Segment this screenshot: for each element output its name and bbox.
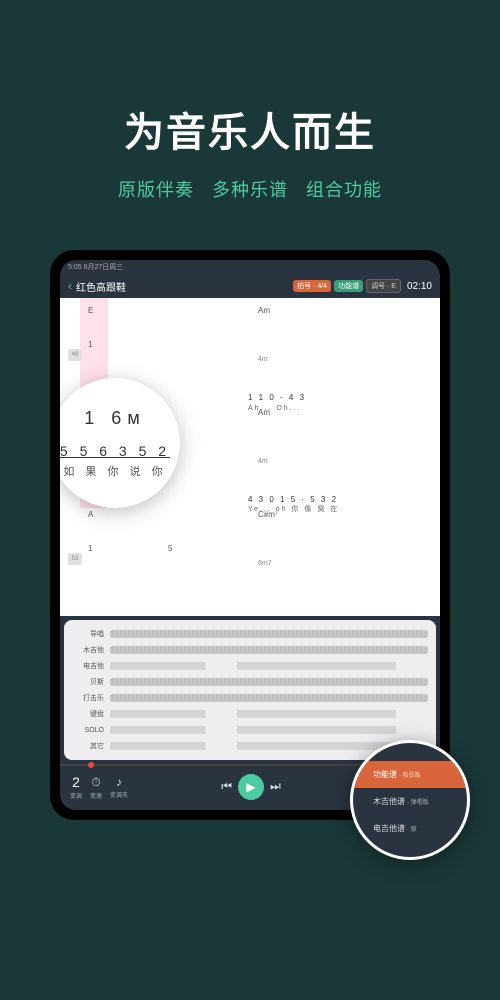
time-counter: 02:10 <box>407 281 432 292</box>
waveform <box>110 726 428 734</box>
track-row[interactable]: 木吉他 <box>72 642 428 658</box>
play-button[interactable]: ▶ <box>238 774 264 800</box>
speed-icon: ⏱ <box>91 775 100 790</box>
bar-number: 53 <box>68 553 82 565</box>
pill-key[interactable]: 调号 · E <box>366 279 401 293</box>
menu-item-electric-guitar[interactable]: 电吉他谱· 原 <box>353 815 467 842</box>
prev-icon[interactable]: ⏮ <box>221 779 232 794</box>
speed-button[interactable]: ⏱ 变速 <box>90 775 102 800</box>
waveform <box>110 630 428 638</box>
tune-icon: ♪ <box>116 775 122 789</box>
transpose-button[interactable]: 2 变调 <box>70 774 82 800</box>
waveform <box>110 694 428 702</box>
pill-score-type[interactable]: 功能谱 <box>334 280 363 292</box>
status-bar: 5:05 8月27日周三 <box>60 260 440 274</box>
song-title: 红色高跟鞋 <box>76 279 126 294</box>
waveform <box>110 662 428 670</box>
top-bar: ‹ 红色高跟鞋 拍号 · 4/4 功能谱 调号 · E 02:10 <box>60 274 440 298</box>
waveform <box>110 710 428 718</box>
back-icon[interactable]: ‹ <box>68 279 72 293</box>
track-row[interactable]: 贝斯 <box>72 674 428 690</box>
hero-title: 为音乐人而生 <box>0 100 500 158</box>
pill-timesig[interactable]: 拍号 · 4/4 <box>293 280 331 292</box>
tune-button[interactable]: ♪ 变调夫 <box>110 775 128 799</box>
bar-number: 49 <box>68 349 82 361</box>
track-row[interactable]: 打击乐 <box>72 690 428 706</box>
score-sheet[interactable]: E Am 49 1 4m 1 1 0 - 4 3 Ah... Oh... Am … <box>60 298 440 616</box>
waveform <box>110 678 428 686</box>
track-row[interactable]: 电吉他 <box>72 658 428 674</box>
track-row[interactable]: 键盘 <box>72 706 428 722</box>
track-row[interactable]: SOLO <box>72 722 428 738</box>
hero-subtitle: 原版伴奏 多种乐谱 组合功能 <box>0 176 500 202</box>
tablet-frame: 5:05 8月27日周三 ‹ 红色高跟鞋 拍号 · 4/4 功能谱 调号 · E… <box>50 250 450 820</box>
menu-item-acoustic-guitar[interactable]: 木吉他谱· 弹唱版 <box>353 788 467 815</box>
play-icon: ▶ <box>246 780 255 794</box>
progress-thumb[interactable] <box>88 762 94 768</box>
track-row[interactable]: 导唱 <box>72 626 428 642</box>
score-type-menu: 功能谱· 和弦版 木吉他谱· 弹唱版 电吉他谱· 原 <box>350 740 470 860</box>
waveform <box>110 646 428 654</box>
track-panel: 导唱 木吉他 电吉他 贝斯 打击乐 键盘 SOLO 其它 <box>64 620 436 760</box>
next-icon[interactable]: ⏭ <box>270 779 281 794</box>
menu-item-func-score[interactable]: 功能谱· 和弦版 <box>353 761 467 788</box>
